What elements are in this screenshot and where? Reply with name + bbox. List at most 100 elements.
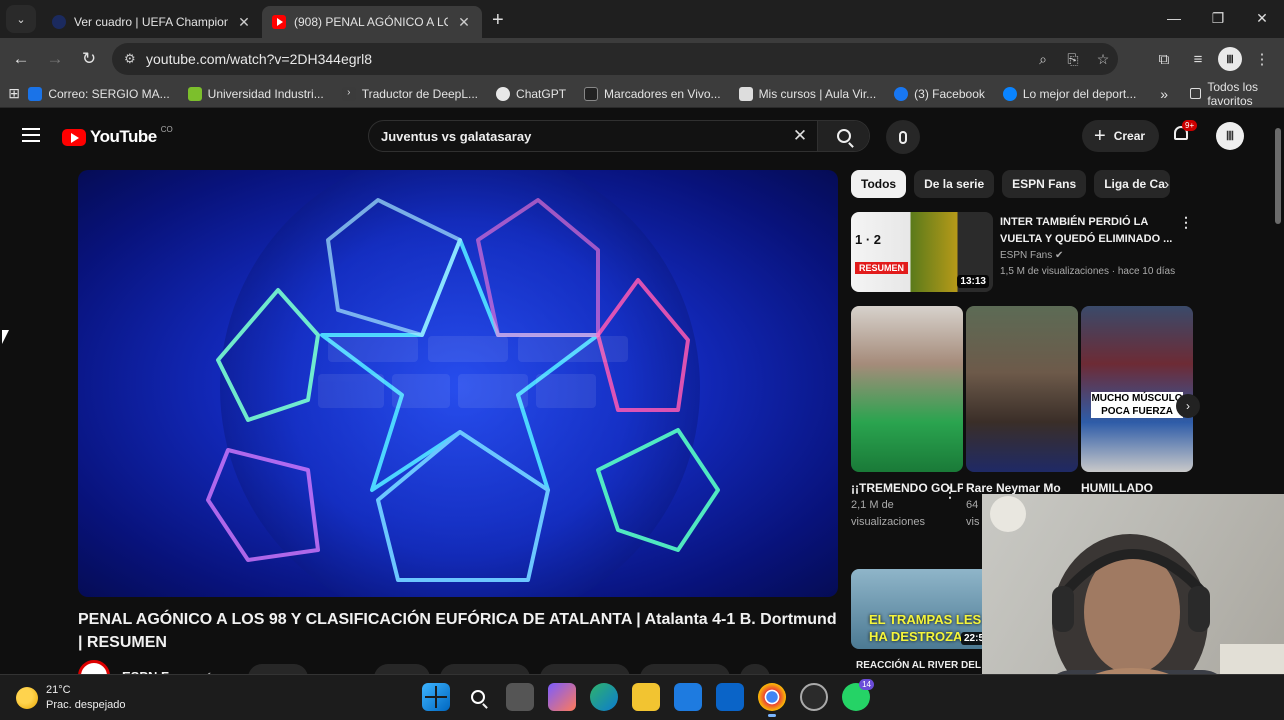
bookmark-star-icon[interactable]: ☆ xyxy=(1088,51,1118,68)
temperature: 21°C xyxy=(46,684,71,696)
chevron-right-icon[interactable]: › xyxy=(1164,176,1169,194)
bookmark-marcadores[interactable]: Marcadores en Vivo... xyxy=(584,86,721,101)
profile-icon[interactable]: Ⅲ xyxy=(1218,47,1242,71)
page-scrollbar[interactable] xyxy=(1274,118,1282,668)
create-button[interactable]: + Crear xyxy=(1082,120,1160,152)
bookmarks-bar: ⊞ Correo: SERGIO MA... Universidad Indus… xyxy=(0,80,1284,108)
avatar[interactable]: Ⅲ xyxy=(1216,122,1244,150)
bookmark-label: Mis cursos | Aula Vir... xyxy=(758,86,877,101)
tab-title: (908) PENAL AGÓNICO A LOS 9 xyxy=(294,15,448,29)
install-app-icon[interactable]: ⎘ xyxy=(1058,51,1088,68)
close-window-icon[interactable]: ✕ xyxy=(1240,0,1284,36)
reload-icon[interactable]: ↻ xyxy=(72,49,106,69)
search-icon[interactable] xyxy=(464,683,492,711)
video-player[interactable] xyxy=(78,170,838,597)
bookmark-aula[interactable]: Mis cursos | Aula Vir... xyxy=(738,86,877,101)
plus-icon: + xyxy=(1094,124,1106,147)
short-meta: visualizaciones xyxy=(851,516,925,528)
logo-region: CO xyxy=(160,124,173,134)
clipchamp-icon[interactable] xyxy=(800,683,828,711)
address-bar[interactable]: ⚙ youtube.com/watch?v=2DH344egrl8 ⌕ ⎘ ☆ xyxy=(112,43,1118,75)
bookmark-deporte[interactable]: Lo mejor del deport... xyxy=(1002,86,1137,101)
more-bookmarks-icon[interactable]: » xyxy=(1160,86,1168,102)
search-button[interactable] xyxy=(817,121,869,151)
starball-graphic xyxy=(206,170,720,597)
chip-liga[interactable]: Liga de Ca xyxy=(1094,170,1171,198)
copilot-icon[interactable] xyxy=(548,683,576,711)
bookmark-correo[interactable]: Correo: SERGIO MA... xyxy=(28,86,170,101)
outlook-icon[interactable] xyxy=(716,683,744,711)
university-icon xyxy=(187,86,202,101)
apps-grid-icon[interactable]: ⊞ xyxy=(0,85,28,102)
video-title[interactable]: REACCIÓN AL RIVER DEL 20 xyxy=(856,660,995,671)
back-icon[interactable]: ← xyxy=(4,49,38,69)
chip-espn-fans[interactable]: ESPN Fans xyxy=(1002,170,1087,198)
voice-search-button[interactable] xyxy=(886,120,920,154)
all-favorites-label: Todos los favoritos xyxy=(1207,79,1259,108)
tab-strip: ⌄ Ver cuadro | UEFA Champions L ✕ (908) … xyxy=(0,0,1284,38)
shorts-shelf: ¡¡TREMENDO GOLPAZO!! ... 2,1 M de visual… xyxy=(851,306,1193,528)
edge-icon[interactable] xyxy=(590,683,618,711)
short-thumbnail[interactable] xyxy=(966,306,1078,472)
chrome-icon[interactable] xyxy=(758,683,786,717)
short-thumbnail[interactable]: MUCHO MÚSCULO POCA FUERZA xyxy=(1081,306,1193,472)
channel-name[interactable]: ESPN Fans ✔ xyxy=(1000,250,1063,261)
video-thumbnail[interactable]: 1 · 2 RESUMEN 13:13 xyxy=(851,212,993,292)
more-options-icon[interactable]: ⋮ xyxy=(943,484,957,501)
youtube-header: YouTube CO Juventus vs galatasaray ✕ + Cr… xyxy=(0,108,1284,164)
store-icon[interactable] xyxy=(674,683,702,711)
forward-icon[interactable]: → xyxy=(38,49,72,69)
more-options-icon[interactable]: ⋮ xyxy=(1179,214,1193,231)
search-input[interactable]: Juventus vs galatasaray xyxy=(369,129,783,144)
course-icon xyxy=(738,86,753,101)
media-controls-icon[interactable]: ≡ xyxy=(1184,44,1212,74)
bookmark-facebook[interactable]: (3) Facebook xyxy=(894,86,985,101)
weather-icon xyxy=(16,687,38,709)
weather-widget[interactable]: 21°C Prac. despejado xyxy=(16,683,126,713)
extensions-icon[interactable]: ⧉ xyxy=(1150,44,1178,74)
url-text[interactable]: youtube.com/watch?v=2DH344egrl8 xyxy=(146,51,1028,67)
youtube-play-icon xyxy=(62,128,86,146)
youtube-logo[interactable]: YouTube CO xyxy=(62,124,173,147)
chip-todos[interactable]: Todos xyxy=(851,170,907,198)
bookmark-chatgpt[interactable]: ChatGPT xyxy=(496,86,566,101)
windows-start-icon[interactable] xyxy=(422,683,450,711)
whatsapp-icon[interactable]: 14 xyxy=(842,679,874,711)
bookmark-deepl[interactable]: › Traductor de DeepL... xyxy=(341,86,478,101)
close-tab-icon[interactable]: ✕ xyxy=(236,14,252,31)
menu-icon[interactable]: ⋮ xyxy=(1248,44,1276,74)
recommended-video[interactable]: 1 · 2 RESUMEN 13:13 INTER TAMBIÉN PERDIÓ… xyxy=(851,212,1193,294)
deepl-icon: › xyxy=(341,86,356,101)
file-explorer-icon[interactable] xyxy=(632,683,660,711)
toolbar-right: ⧉ ≡ Ⅲ ⋮ xyxy=(1150,44,1276,74)
minimize-icon[interactable]: — xyxy=(1152,0,1196,36)
scrollbar-thumb[interactable] xyxy=(1275,128,1281,224)
search-box[interactable]: Juventus vs galatasaray ✕ xyxy=(368,120,870,152)
close-tab-icon[interactable]: ✕ xyxy=(456,14,472,31)
hamburger-menu-icon[interactable] xyxy=(22,128,40,146)
bookmark-universidad[interactable]: Universidad Industri... xyxy=(187,86,324,101)
video-thumbnail[interactable]: EL TRAMPAS LES HA DESTROZA 22:5 xyxy=(851,569,991,649)
maximize-icon[interactable]: ❐ xyxy=(1196,0,1240,36)
mail-icon xyxy=(28,86,43,101)
tab-youtube[interactable]: (908) PENAL AGÓNICO A LOS 9 ✕ xyxy=(262,6,482,38)
bookmark-label: Lo mejor del deport... xyxy=(1022,86,1137,101)
zoom-icon[interactable]: ⌕ xyxy=(1028,51,1058,68)
all-favorites[interactable]: Todos los favoritos xyxy=(1190,80,1284,108)
window-controls: — ❐ ✕ xyxy=(1152,0,1284,36)
tab-uefa[interactable]: Ver cuadro | UEFA Champions L ✕ xyxy=(42,6,262,38)
tab-search-button[interactable]: ⌄ xyxy=(6,5,36,33)
tab-title: Ver cuadro | UEFA Champions L xyxy=(74,15,228,29)
site-info-icon[interactable]: ⚙ xyxy=(124,51,146,67)
chip-de-la-serie[interactable]: De la serie xyxy=(914,170,995,198)
notifications-button[interactable]: 9+ xyxy=(1172,120,1198,144)
shorts-next-icon[interactable]: › xyxy=(1176,394,1200,418)
bookmark-label: Marcadores en Vivo... xyxy=(604,86,721,101)
clear-search-icon[interactable]: ✕ xyxy=(783,126,817,146)
new-tab-icon[interactable]: + xyxy=(492,9,504,32)
video-title[interactable]: INTER TAMBIÉN PERDIÓ LA VUELTA Y QUEDÓ E… xyxy=(1000,214,1178,248)
thumbnail-score: 1 · 2 xyxy=(855,232,882,247)
short-thumbnail[interactable] xyxy=(851,306,963,472)
task-view-icon[interactable] xyxy=(506,683,534,711)
folder-icon xyxy=(1190,88,1202,99)
